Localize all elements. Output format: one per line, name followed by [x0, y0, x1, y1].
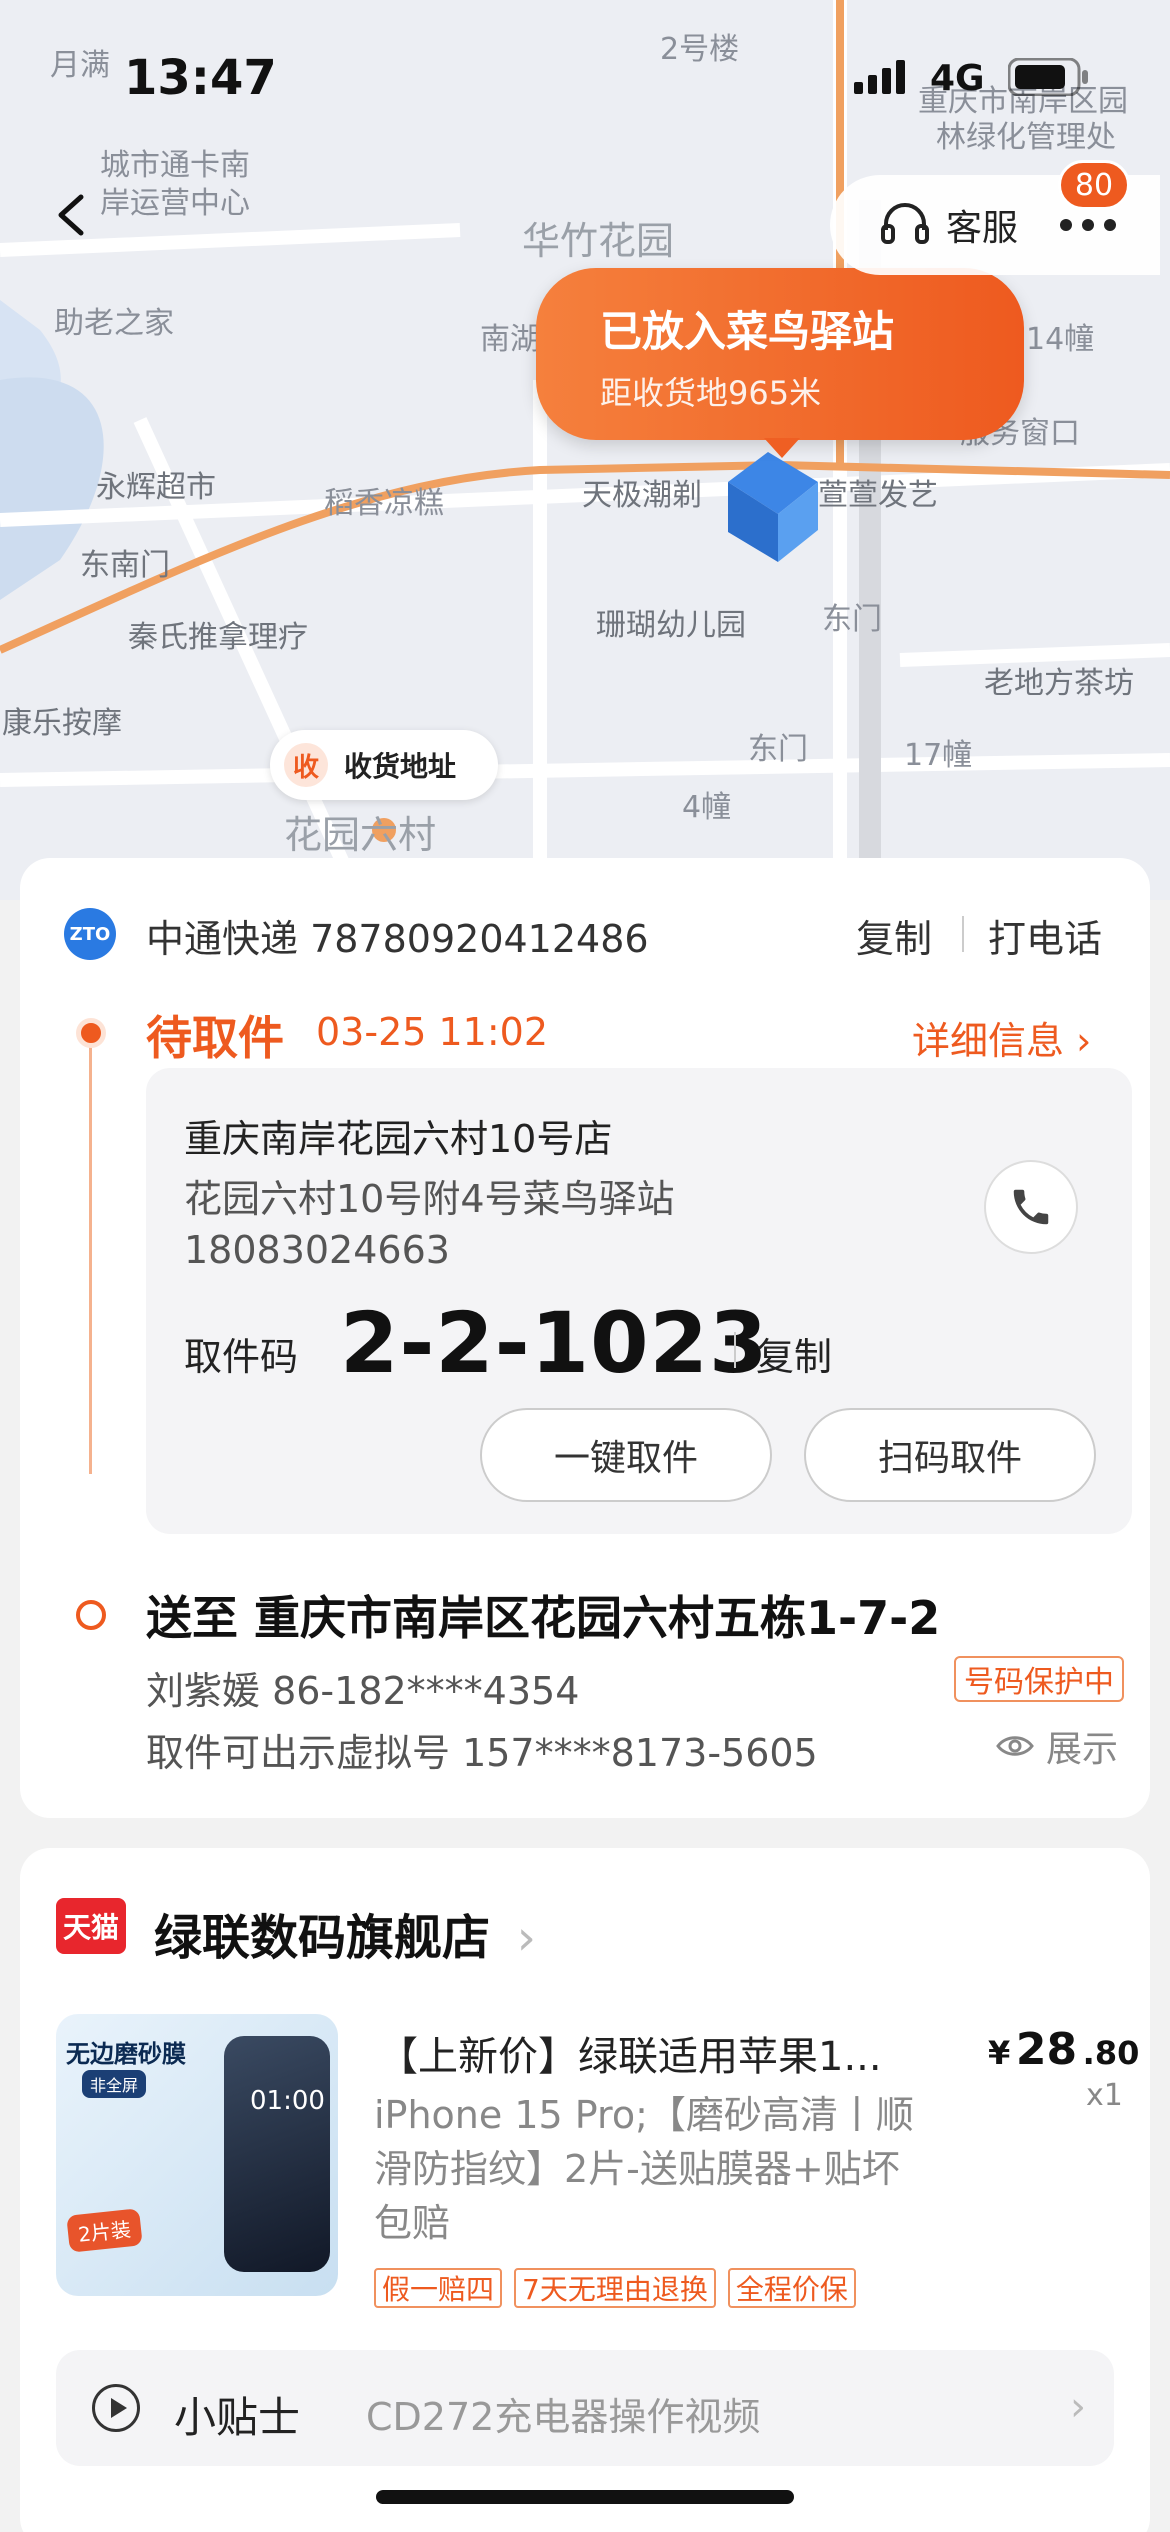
map-label: 东门	[748, 732, 808, 767]
station-name: 重庆南岸花园六村10号店	[184, 1117, 613, 1161]
map-label: 萱萱发艺	[818, 478, 938, 513]
map-label: 17幢	[904, 738, 973, 773]
image-subtag: 非全屏	[82, 2070, 147, 2098]
station-call-button[interactable]	[984, 1160, 1078, 1254]
courier-logo-icon: ZTO	[64, 908, 116, 960]
headset-icon	[881, 203, 929, 244]
price-currency: ¥	[988, 2034, 1011, 2072]
product-image[interactable]: 无边磨砂膜 非全屏 01:00 2片装	[56, 2014, 338, 2296]
map-label: 永辉超市	[96, 470, 216, 505]
map-label: 秦氏推拿理疗	[128, 620, 308, 655]
call-button[interactable]: 打电话	[988, 908, 1102, 963]
bubble-title: 已放入菜鸟驿站	[600, 307, 895, 356]
map-label: 珊瑚幼儿园	[596, 608, 746, 643]
number-protect-badge: 号码保护中	[954, 1656, 1124, 1702]
station-bubble[interactable]: 已放入菜鸟驿站 距收货地965米	[536, 268, 1024, 458]
phone-picture: 01:00	[224, 2036, 330, 2272]
courier-tracking-number: 中通快递 78780920412486	[146, 917, 649, 961]
product-price: ¥ 28 .80	[988, 2024, 1139, 2075]
tips-content: CD272充电器操作视频	[366, 2395, 761, 2439]
station-address: 花园六村10号附4号菜鸟驿站	[184, 1177, 675, 1221]
map-label: 老地方茶坊	[984, 666, 1134, 701]
product-card: 天猫 绿联数码旗舰店 › 无边磨砂膜 非全屏 01:00 2片装 【上新价】绿联…	[20, 1848, 1150, 2532]
tips-row[interactable]: 小贴士 CD272充电器操作视频 ›	[56, 2350, 1114, 2466]
chevron-right-icon: ›	[1070, 2384, 1086, 2430]
shop-name-link[interactable]: 绿联数码旗舰店 ›	[154, 1898, 536, 1968]
service-label: 客服	[946, 208, 1019, 249]
map-label: 东门	[822, 602, 882, 637]
map-label: 4幢	[682, 790, 732, 825]
timeline-dot-destination	[76, 1600, 106, 1630]
play-icon	[92, 2384, 140, 2432]
eye-icon	[996, 1736, 1034, 1756]
one-click-pickup-button[interactable]: 一键取件	[480, 1408, 772, 1502]
image-pack-label: 2片装	[66, 2208, 143, 2253]
map-label: 助老之家	[54, 306, 174, 341]
map-label: 东南门	[80, 548, 170, 583]
signal-icon	[854, 60, 905, 94]
bubble-distance: 距收货地965米	[600, 374, 822, 412]
phone-icon	[1013, 1189, 1049, 1225]
virtual-number: 取件可出示虚拟号 157****8173-5605	[146, 1731, 818, 1775]
timeline-line	[89, 1034, 92, 1474]
more-icon[interactable]	[1058, 215, 1118, 235]
service-tags: 假一赔四 7天无理由退换 全程价保	[374, 2268, 856, 2308]
receive-label: 收货地址	[344, 750, 457, 783]
receive-icon: 收	[284, 743, 328, 787]
tips-title: 小贴士	[174, 2393, 301, 2442]
divider	[734, 1332, 736, 1368]
battery-icon	[1008, 58, 1088, 96]
map-label: 14幢	[1026, 322, 1095, 357]
chevron-right-icon: ›	[516, 1910, 536, 1966]
station-panel: 重庆南岸花园六村10号店 花园六村10号附4号菜鸟驿站 18083024663 …	[146, 1068, 1132, 1534]
station-phone: 18083024663	[184, 1228, 450, 1272]
pickup-status: 待取件	[146, 1011, 284, 1065]
pickup-code-label: 取件码	[184, 1335, 299, 1379]
home-indicator[interactable]	[376, 2490, 794, 2504]
shop-name: 绿联数码旗舰店	[154, 1910, 491, 1966]
detail-info-link[interactable]: 详细信息 ›	[912, 1010, 1091, 1065]
status-bar: 13:47 4G	[0, 0, 1170, 150]
copy-code-button[interactable]: 复制	[756, 1326, 832, 1381]
map-label: 南湖	[480, 322, 540, 357]
map-label: 康乐按摩	[2, 706, 122, 741]
timeline-dot-active	[76, 1018, 106, 1048]
copy-tracking-button[interactable]: 复制	[856, 908, 932, 963]
map-label: 华竹花园	[522, 219, 675, 263]
service-tag: 7天无理由退换	[514, 2268, 716, 2308]
receive-address-chip[interactable]: 收 收货地址	[270, 730, 498, 800]
show-label: 展示	[1046, 1729, 1119, 1770]
pickup-code: 2-2-1023	[340, 1294, 769, 1392]
map-label: 花园六村	[284, 813, 437, 857]
image-headline: 无边磨砂膜	[66, 2040, 186, 2068]
bubble-tail	[764, 438, 800, 458]
network-type: 4G	[930, 58, 985, 99]
product-spec: iPhone 15 Pro;【磨砂高清丨顺滑防指纹】2片-送贴膜器+贴坏包赔	[374, 2093, 914, 2245]
divider	[962, 916, 964, 952]
price-decimal: .80	[1082, 2034, 1140, 2072]
message-count-badge: 80	[1058, 160, 1130, 210]
chevron-left-icon	[58, 194, 84, 236]
map-label: 稻香凉糕	[324, 486, 444, 521]
show-number-button[interactable]: 展示	[996, 1720, 1118, 1772]
service-tag: 假一赔四	[374, 2268, 503, 2308]
service-tag: 全程价保	[727, 2268, 856, 2308]
recipient-info: 刘紫媛 86-182****4354	[146, 1669, 580, 1713]
scan-pickup-button[interactable]: 扫码取件	[804, 1408, 1096, 1502]
destination-address: 送至 重庆市南岸区花园六村五栋1-7-2	[146, 1591, 941, 1645]
map-label: 天极潮剃	[582, 478, 702, 513]
product-title[interactable]: 【上新价】绿联适用苹果1...	[378, 2024, 882, 2082]
tmall-badge-icon: 天猫	[56, 1898, 126, 1954]
image-clock: 01:00	[250, 2086, 325, 2116]
price-integer: 28	[1015, 2024, 1078, 2075]
tracking-card: ZTO 中通快递 78780920412486 复制 打电话 待取件 03-25…	[20, 858, 1150, 1818]
back-button[interactable]	[40, 185, 100, 245]
product-quantity: x1	[1086, 2078, 1123, 2113]
status-time: 03-25 11:02	[316, 1010, 549, 1054]
status-time: 13:47	[124, 50, 277, 106]
map-label: 岸运营中心	[100, 186, 250, 221]
